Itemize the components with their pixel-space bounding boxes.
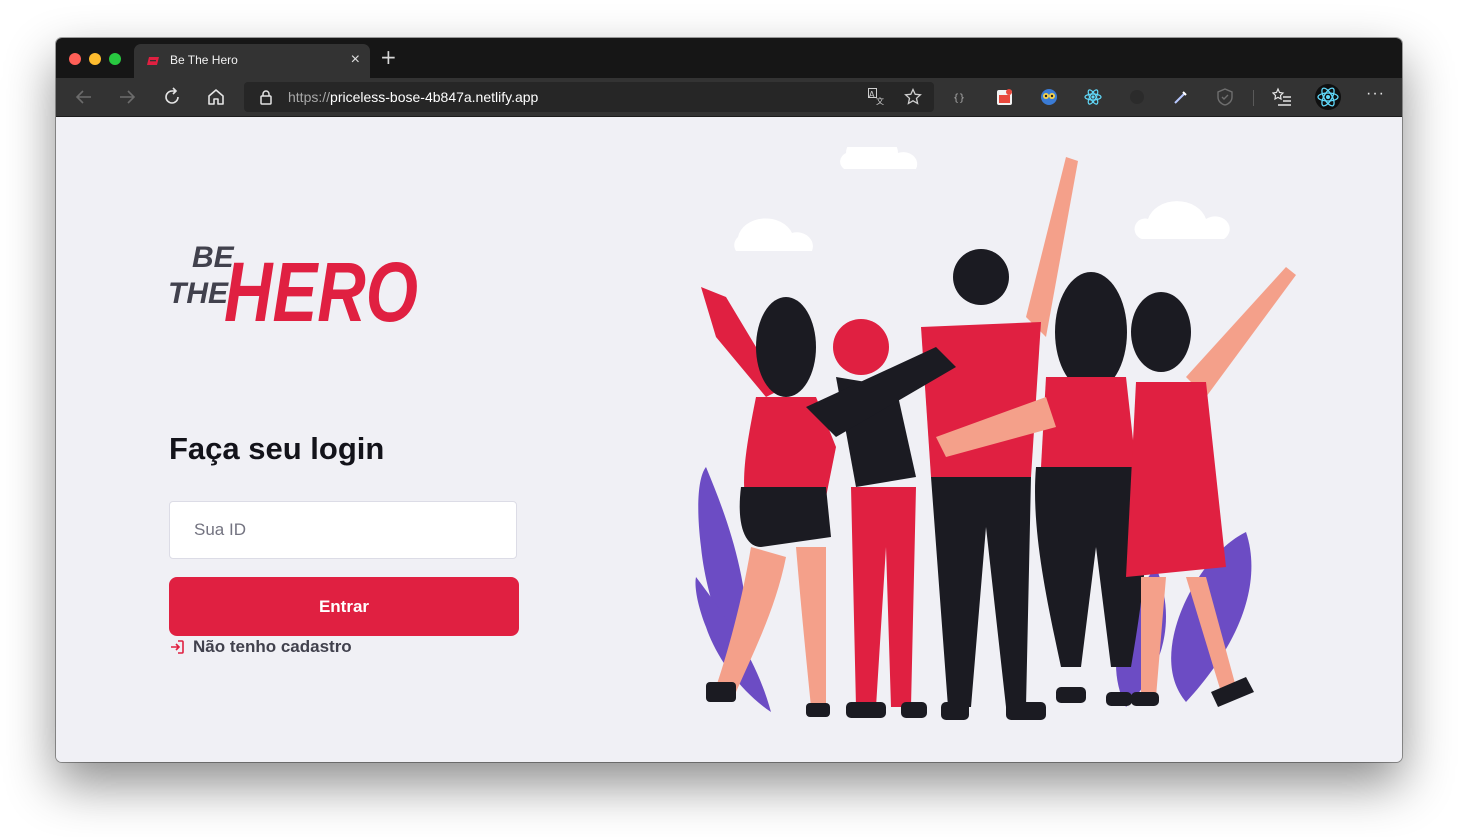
window-minimize-button[interactable] <box>89 53 101 65</box>
extension-owl-icon[interactable] <box>1039 87 1059 107</box>
url-scheme: https:// <box>288 89 331 105</box>
register-link-label: Não tenho cadastro <box>193 637 352 656</box>
profile-avatar[interactable] <box>1315 84 1341 110</box>
color-picker-icon[interactable] <box>1171 87 1191 107</box>
reload-icon[interactable] <box>161 86 183 108</box>
favicon-icon <box>147 57 159 65</box>
react-devtools-icon[interactable] <box>1083 87 1103 107</box>
heroes-illustration <box>695 147 1296 720</box>
collections-icon[interactable] <box>1272 87 1292 107</box>
svg-text:{}: {} <box>953 93 965 104</box>
lock-icon <box>260 90 272 105</box>
browser-window: Be The Hero × + https://priceless-bose-4… <box>56 38 1402 762</box>
home-icon[interactable] <box>205 86 227 108</box>
star-icon[interactable] <box>904 88 922 106</box>
new-tab-button[interactable]: + <box>380 47 397 67</box>
translate-icon[interactable]: A 文 <box>868 88 886 106</box>
person-woman-red-dress <box>1126 267 1296 707</box>
enter-button[interactable]: Entrar <box>169 577 519 636</box>
shield-icon[interactable] <box>1215 87 1235 107</box>
id-input[interactable] <box>169 501 517 559</box>
tab-title: Be The Hero <box>170 53 238 67</box>
window-maximize-button[interactable] <box>109 53 121 65</box>
login-title: Faça seu login <box>169 431 385 466</box>
log-in-icon <box>171 640 184 654</box>
tab-close-icon[interactable]: × <box>351 51 360 69</box>
extension-dark-icon[interactable] <box>1127 87 1147 107</box>
window-close-button[interactable] <box>69 53 81 65</box>
tab-be-the-hero[interactable]: Be The Hero × <box>134 44 370 78</box>
tab-strip: Be The Hero × + <box>56 38 1402 78</box>
back-icon[interactable] <box>73 86 95 108</box>
react-avatar-icon <box>1317 87 1339 107</box>
more-menu-icon[interactable]: ··· <box>1366 85 1385 103</box>
extension-red-icon[interactable] <box>995 87 1015 107</box>
forward-icon[interactable] <box>116 86 138 108</box>
svg-text:文: 文 <box>876 96 884 106</box>
svg-text:THE: THE <box>168 277 229 310</box>
address-bar[interactable]: https://priceless-bose-4b847a.netlify.ap… <box>244 82 934 112</box>
be-the-hero-logo: BE THE HERO <box>168 241 418 329</box>
browser-toolbar: https://priceless-bose-4b847a.netlify.ap… <box>56 78 1402 117</box>
json-extension-icon[interactable]: {} <box>951 87 971 107</box>
register-link[interactable]: Não tenho cadastro <box>169 637 352 657</box>
svg-text:HERO: HERO <box>224 245 418 329</box>
url-host: priceless-bose-4b847a.netlify.app <box>330 89 539 105</box>
toolbar-separator <box>1253 90 1254 106</box>
url-text: https://priceless-bose-4b847a.netlify.ap… <box>288 89 538 105</box>
page-content: BE THE HERO Faça seu login Entrar Não te… <box>56 117 1402 762</box>
cloud-shape <box>734 147 1230 251</box>
